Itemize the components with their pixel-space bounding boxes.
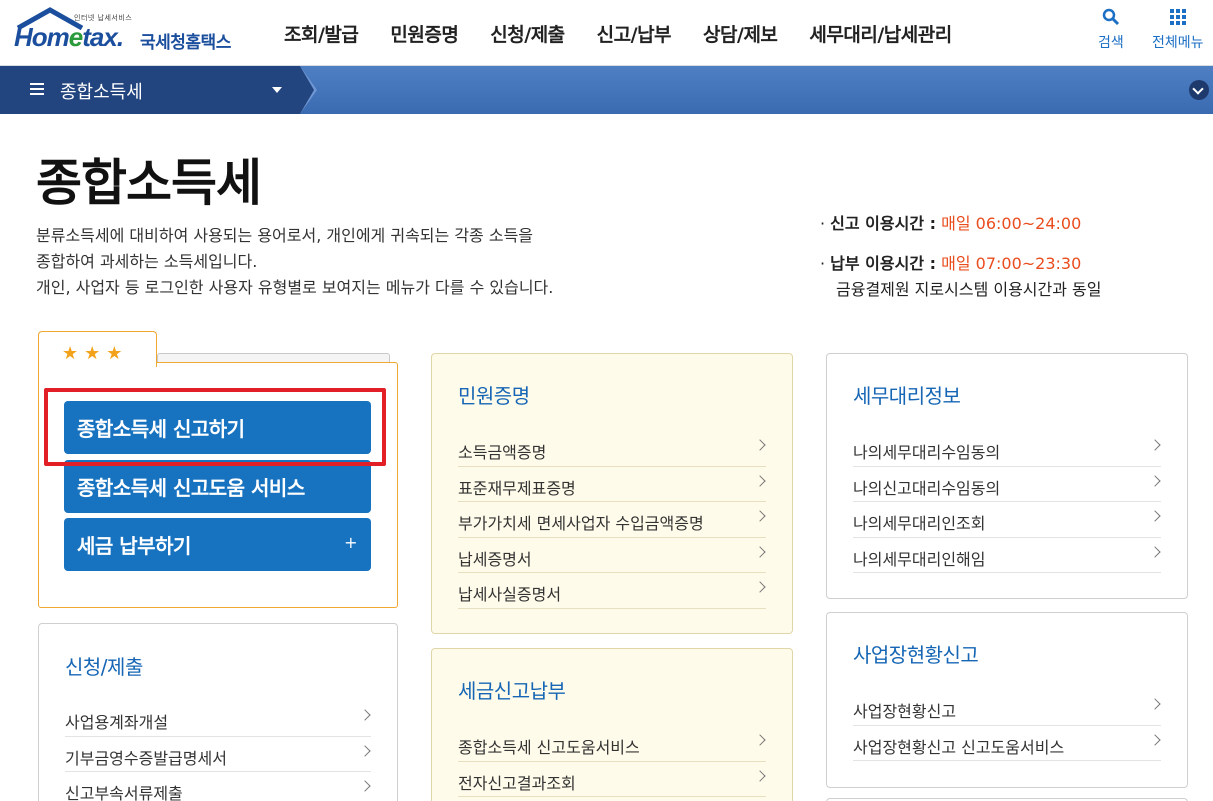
list-item[interactable]: 소득금액증명 xyxy=(458,431,766,467)
card-certificates: 민원증명 소득금액증명 표준재무제표증명 부가가치세 면세사업자 수입금액증명 … xyxy=(431,353,793,634)
chevron-right-icon xyxy=(359,780,371,792)
list-item[interactable]: 나의세무대리수임동의 xyxy=(853,431,1161,467)
page-title: 종합소득세 xyxy=(36,154,262,212)
report-hours: · 신고 이용시간 : 매일 06:00~24:00 xyxy=(820,214,1082,233)
sub-nav-bar: 종합소득세 xyxy=(0,66,1213,114)
list-item[interactable]: 기부금영수증발급명세서 xyxy=(65,737,371,772)
card-business-status-report: 사업장현황신고 사업장현황신고 사업장현황신고 신고도움서비스 xyxy=(826,612,1188,788)
chevron-right-icon xyxy=(754,439,766,451)
card-list: 나의세무대리수임동의 나의신고대리수임동의 나의세무대리인조회 나의세무대리인해… xyxy=(853,431,1161,573)
chevron-right-icon xyxy=(754,510,766,522)
star-icon: ★ xyxy=(84,343,101,364)
card-tax-agent-info: 세무대리정보 나의세무대리수임동의 나의신고대리수임동의 나의세무대리인조회 나… xyxy=(826,353,1188,599)
chevron-right-icon xyxy=(754,734,766,746)
list-item[interactable]: 사업용계좌개설 xyxy=(65,701,371,737)
chevron-right-icon xyxy=(754,545,766,558)
page-description: 분류소득세에 대비하여 사용되는 용어로서, 개인에게 귀속되는 각종 소득을 … xyxy=(36,223,553,301)
card-list: 사업용계좌개설 기부금영수증발급명세서 신고부속서류제출 xyxy=(65,701,371,801)
chevron-right-icon xyxy=(754,769,766,782)
sub-nav-dropdown[interactable]: 종합소득세 xyxy=(0,66,317,114)
card-tax-report-pay: 세금신고납부 종합소득세 신고도움서비스 전자신고결과조회 xyxy=(431,648,793,801)
top-header: 인터넷 납세서비스 Hometax. 국세청홈택스 조회/발급 민원증명 신청/… xyxy=(0,0,1213,66)
global-nav: 조회/발급 민원증명 신청/제출 신고/납부 상담/제보 세무대리/납세관리 xyxy=(268,20,968,47)
logo-korean: 국세청홈택스 xyxy=(140,33,231,53)
file-income-tax-button[interactable]: 종합소득세 신고하기 xyxy=(64,401,371,454)
chevron-right-icon xyxy=(1149,474,1161,487)
all-menu-label: 전체메뉴 xyxy=(1152,35,1204,51)
all-menu-button[interactable]: 전체메뉴 xyxy=(1152,8,1204,52)
search-icon xyxy=(1102,8,1119,26)
description-line: 개인, 사업자 등 로그인한 사용자 유형별로 보여지는 메뉴가 다를 수 있습… xyxy=(36,278,554,297)
pay-hours: · 납부 이용시간 : 매일 07:00~23:30 xyxy=(820,254,1082,273)
logo-wordmark: Hometax. xyxy=(14,22,124,52)
list-item[interactable]: 종합소득세 신고도움서비스 xyxy=(458,726,766,762)
list-item[interactable]: 나의세무대리인해임 xyxy=(853,538,1161,573)
list-item[interactable]: 신고부속서류제출 xyxy=(65,772,371,801)
list-item[interactable]: 사업장현황신고 신고도움서비스 xyxy=(853,726,1161,761)
list-item[interactable]: 표준재무제표증명 xyxy=(458,467,766,502)
pay-tax-button[interactable]: 세금 납부하기 + xyxy=(64,518,371,571)
nav-consult[interactable]: 상담/제보 xyxy=(687,20,793,47)
description-line: 분류소득세에 대비하여 사용되는 용어로서, 개인에게 귀속되는 각종 소득을 xyxy=(36,226,534,245)
hamburger-icon xyxy=(30,83,44,95)
search-button[interactable]: 검색 xyxy=(1098,8,1124,52)
hometax-logo[interactable]: 인터넷 납세서비스 Hometax. 국세청홈택스 xyxy=(12,4,242,60)
chevron-down-icon[interactable] xyxy=(1189,80,1209,100)
star-icon: ★ xyxy=(106,343,123,364)
search-label: 검색 xyxy=(1098,35,1124,51)
card-list: 사업장현황신고 사업장현황신고 신고도움서비스 xyxy=(853,690,1161,761)
list-item[interactable]: 부가가치세 면세사업자 수입금액증명 xyxy=(458,502,766,538)
card-apply-submit: 신청/제출 사업용계좌개설 기부금영수증발급명세서 신고부속서류제출 xyxy=(38,623,398,801)
list-item[interactable]: 납세사실증명서 xyxy=(458,573,766,609)
card-title: 세금신고납부 xyxy=(458,679,566,703)
list-item[interactable]: 전자신고결과조회 xyxy=(458,762,766,797)
nav-inquiry[interactable]: 조회/발급 xyxy=(268,20,374,47)
chevron-right-icon xyxy=(1149,733,1161,746)
card-title: 민원증명 xyxy=(458,384,530,408)
income-tax-help-service-button[interactable]: 종합소득세 신고도움 서비스 xyxy=(64,460,371,513)
nav-apply[interactable]: 신청/제출 xyxy=(474,20,580,47)
card-title: 신청/제출 xyxy=(65,655,143,679)
nav-certificate[interactable]: 민원증명 xyxy=(374,20,474,47)
nav-report-pay[interactable]: 신고/납부 xyxy=(581,20,687,47)
pay-hours-note: 금융결제원 지로시스템 이용시간과 동일 xyxy=(836,280,1102,299)
card-list: 소득금액증명 표준재무제표증명 부가가치세 면세사업자 수입금액증명 납세증명서… xyxy=(458,431,766,609)
sub-nav-title: 종합소득세 xyxy=(60,82,143,103)
list-item[interactable]: 나의신고대리수임동의 xyxy=(853,467,1161,502)
star-icon: ★ xyxy=(62,343,79,364)
description-line: 종합하여 과세하는 소득세입니다. xyxy=(36,252,258,271)
chevron-right-icon xyxy=(1149,698,1161,710)
chevron-right-icon xyxy=(359,744,371,757)
chevron-right-icon xyxy=(754,474,766,487)
chevron-right-icon xyxy=(1149,439,1161,451)
caret-down-icon xyxy=(272,87,282,93)
plus-icon: + xyxy=(344,533,357,552)
star-rating: ★ ★ ★ xyxy=(62,345,128,363)
list-item[interactable]: 납세증명서 xyxy=(458,538,766,573)
card-title: 사업장현황신고 xyxy=(853,643,979,667)
card-list: 종합소득세 신고도움서비스 전자신고결과조회 xyxy=(458,726,766,797)
card-title: 세무대리정보 xyxy=(853,384,961,408)
chevron-right-icon xyxy=(754,581,766,593)
chevron-right-icon xyxy=(1149,510,1161,522)
nav-tax-agent[interactable]: 세무대리/납세관리 xyxy=(793,20,967,47)
chevron-right-icon xyxy=(1149,545,1161,558)
chevron-right-icon xyxy=(359,709,371,721)
grid-menu-icon xyxy=(1169,9,1186,25)
service-hours: · 신고 이용시간 : 매일 06:00~24:00 · 납부 이용시간 : 매… xyxy=(820,210,1102,300)
list-item[interactable]: 나의세무대리인조회 xyxy=(853,502,1161,538)
list-item[interactable]: 사업장현황신고 xyxy=(853,690,1161,726)
